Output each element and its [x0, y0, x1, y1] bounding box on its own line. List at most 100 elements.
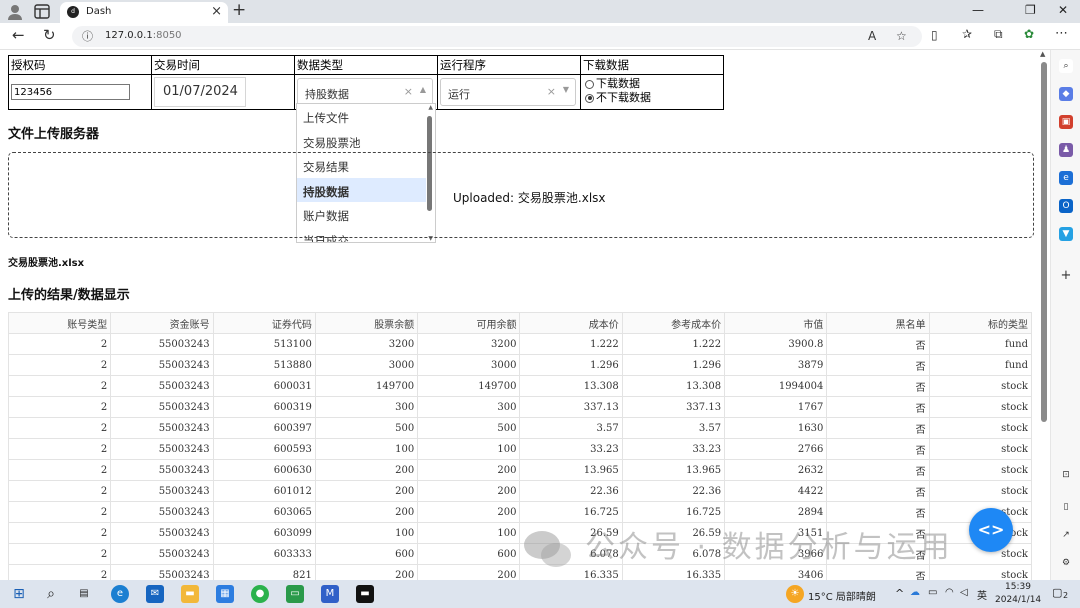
file-explorer-icon[interactable]: ▬	[181, 585, 199, 603]
split-screen-icon[interactable]: ▯	[931, 28, 938, 42]
table-cell: 13.965	[519, 459, 623, 481]
windows-start-icon[interactable]: ⊞	[10, 585, 28, 603]
tray-expand-icon[interactable]: ^	[895, 587, 904, 600]
menu-option[interactable]: 上传文件	[297, 104, 426, 129]
table-cell: 2	[7, 375, 112, 397]
trade-date-picker[interactable]: 01/07/2024	[154, 77, 246, 107]
clear-icon[interactable]: ×	[404, 85, 413, 98]
refresh-icon[interactable]: ↻	[43, 26, 56, 44]
read-aloud-icon[interactable]: A	[868, 29, 876, 43]
upload-dropzone[interactable]: Uploaded: 交易股票池.xlsx	[8, 152, 1034, 238]
minimize-icon[interactable]: —	[972, 3, 984, 17]
search-icon[interactable]: ⌕	[1059, 59, 1073, 73]
clock-time[interactable]: 15:39	[1005, 582, 1031, 592]
table-cell: 55003243	[110, 396, 214, 418]
page-scrollbar[interactable]: ▲	[1038, 50, 1050, 580]
column-header[interactable]: 账号类型	[7, 312, 112, 334]
table-cell: 16.335	[621, 564, 726, 580]
radio-download[interactable]: 下载数据	[585, 77, 723, 91]
table-cell: 否	[826, 438, 930, 460]
column-header[interactable]: 资金账号	[110, 312, 214, 334]
weather-icon[interactable]: ☀	[786, 585, 804, 603]
profile-icon[interactable]	[6, 3, 24, 21]
wechat-icon[interactable]: ●	[251, 585, 269, 603]
chevron-up-icon[interactable]: ▲	[420, 85, 426, 94]
back-icon[interactable]: ←	[12, 26, 25, 44]
auth-code-input[interactable]	[11, 84, 130, 100]
close-tab-icon[interactable]: ×	[211, 4, 222, 19]
open-external-icon[interactable]: ↗	[1059, 528, 1073, 542]
table-cell: 2	[7, 396, 112, 418]
table-cell: 600630	[212, 459, 316, 481]
column-header[interactable]: 可用余额	[417, 312, 521, 334]
ime-indicator[interactable]: 英	[977, 587, 987, 602]
games-icon[interactable]: ♟	[1059, 143, 1073, 157]
program-dropdown[interactable]: 运行 × ▼	[440, 78, 576, 106]
upload-heading: 文件上传服务器	[8, 127, 100, 142]
table-cell: 600031	[212, 375, 316, 397]
task-view-icon[interactable]: ▤	[75, 585, 93, 603]
column-header[interactable]: 黑名单	[826, 312, 930, 334]
site-info-icon[interactable]: ⓘ	[82, 28, 93, 44]
chevron-down-icon[interactable]: ▼	[563, 85, 569, 94]
toolbox-icon[interactable]: ▣	[1059, 115, 1073, 129]
scroll-up-icon[interactable]: ▲	[1040, 50, 1045, 58]
favorite-star-icon[interactable]: ☆	[896, 29, 907, 43]
clock-date[interactable]: 2024/1/14	[995, 595, 1041, 605]
tab-dash[interactable]: d Dash ×	[60, 2, 228, 23]
app-m-icon[interactable]: M	[321, 585, 339, 603]
scroll-thumb[interactable]	[1041, 62, 1047, 422]
outlook-icon[interactable]: O	[1059, 199, 1073, 213]
menu-scroll-up-icon[interactable]: ▲	[428, 104, 433, 111]
radio-circle-selected[interactable]	[585, 93, 594, 103]
data-type-dropdown[interactable]: 持股数据 × ▲	[297, 78, 433, 106]
console-icon[interactable]: ▬	[356, 585, 374, 603]
collections-icon[interactable]: ⧉	[994, 27, 1003, 42]
network-icon[interactable]: ◠	[945, 587, 954, 598]
column-header[interactable]: 证券代码	[212, 312, 316, 334]
onedrive-icon[interactable]: ☁	[910, 587, 920, 598]
url-field[interactable]: ⓘ 127.0.0.1:8050 A ☆	[72, 26, 922, 47]
clear-icon[interactable]: ×	[547, 85, 556, 98]
mail-icon[interactable]: ✉	[146, 585, 164, 603]
table-cell: 300	[417, 396, 521, 418]
column-header[interactable]: 股票余额	[314, 312, 419, 334]
screenshot-icon[interactable]: ⊡	[1059, 468, 1073, 482]
store-icon[interactable]: ▦	[216, 585, 234, 603]
add-icon[interactable]: +	[1059, 269, 1073, 283]
maximize-icon[interactable]: ❐	[1025, 3, 1036, 17]
table-cell: 55003243	[110, 501, 214, 523]
control-table: 授权码 交易时间 数据类型 运行程序 下载数据 01/07/2024 持股数据 …	[8, 55, 724, 110]
table-cell: 513880	[212, 354, 316, 376]
column-header[interactable]: 成本价	[519, 312, 623, 334]
edge-taskbar-icon[interactable]: e	[111, 585, 129, 603]
menu-option[interactable]: 交易股票池	[297, 129, 426, 154]
new-tab-icon[interactable]: +	[232, 0, 246, 20]
weather-text[interactable]: 15°C 局部晴朗	[808, 588, 876, 603]
more-menu-icon[interactable]: ⋯	[1055, 26, 1068, 41]
tab-actions-icon[interactable]	[34, 4, 50, 19]
search-icon[interactable]: ⌕	[42, 585, 60, 603]
battery-icon[interactable]: ▭	[928, 587, 937, 598]
column-header[interactable]: 市值	[724, 312, 828, 334]
volume-icon[interactable]: ◁	[960, 587, 968, 598]
edge-icon[interactable]: e	[1059, 171, 1073, 185]
close-window-icon[interactable]: ✕	[1058, 3, 1068, 17]
radio-circle[interactable]	[585, 79, 594, 89]
drop-icon[interactable]: ▼	[1059, 227, 1073, 241]
radio-no-download[interactable]: 不下载数据	[585, 91, 723, 105]
column-header[interactable]: 标的类型	[928, 312, 1033, 334]
table-cell: 33.23	[519, 438, 623, 460]
column-header[interactable]: 参考成本价	[621, 312, 726, 334]
terminal-app-icon[interactable]: ▭	[286, 585, 304, 603]
favorites-icon[interactable]: ✰	[962, 27, 972, 41]
table-cell: 100	[314, 438, 419, 460]
notification-center-icon[interactable]: ▢	[1052, 586, 1062, 599]
radio-no-download-label: 不下载数据	[596, 91, 651, 104]
settings-gear-icon[interactable]: ⚙	[1059, 556, 1073, 570]
dash-devtools-button[interactable]: <>	[969, 508, 1013, 552]
uploaded-file-name: 交易股票池.xlsx	[8, 258, 85, 269]
tag-icon[interactable]: ◆	[1059, 87, 1073, 101]
extension-icon[interactable]: ✿	[1024, 27, 1034, 41]
sidebar-toggle-icon[interactable]: ▯	[1059, 500, 1073, 514]
